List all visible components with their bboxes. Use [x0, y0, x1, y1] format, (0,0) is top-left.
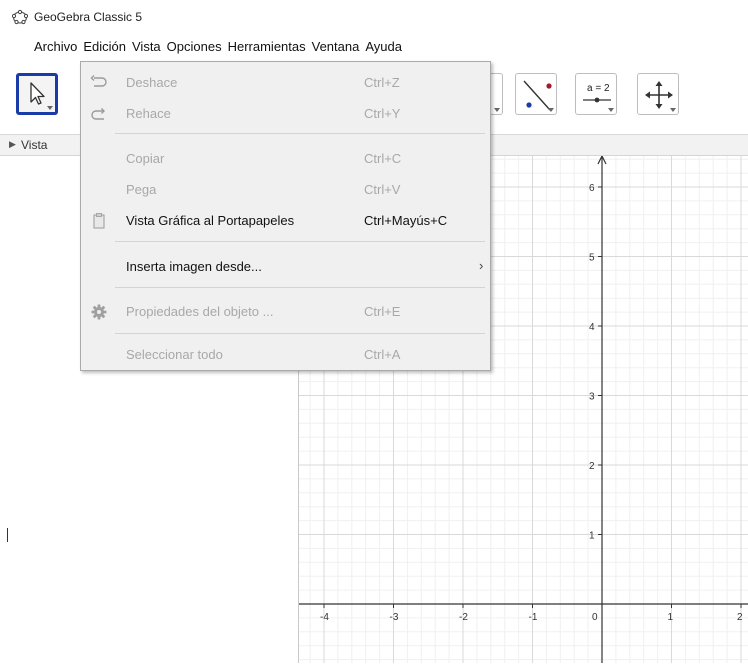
menu-separator: [115, 241, 485, 242]
x-tick-label: 0: [592, 612, 598, 623]
menu-item-undo[interactable]: Deshace Ctrl+Z: [81, 70, 490, 96]
menu-item-label: Rehace: [126, 106, 171, 121]
slider-tool-label: a = 2: [587, 83, 610, 94]
y-tick-label: 6: [589, 183, 595, 194]
menu-item-label: Propiedades del objeto ...: [126, 304, 274, 319]
geogebra-logo-icon: [12, 9, 28, 25]
menu-edicion[interactable]: Edición: [80, 36, 129, 58]
menu-ventana[interactable]: Ventana: [309, 36, 363, 58]
menu-item-label: Copiar: [126, 151, 165, 166]
window-title: GeoGebra Classic 5: [34, 10, 143, 24]
y-tick-label: 2: [589, 461, 595, 472]
perpendicular-tool-button[interactable]: [515, 73, 557, 115]
edit-menu-dropdown: Deshace Ctrl+Z Rehace Ctrl+Y Copiar Ctrl…: [80, 61, 491, 371]
submenu-arrow-icon: ›: [479, 258, 484, 273]
menu-item-insert-image[interactable]: Inserta imagen desde... ›: [81, 254, 490, 280]
menu-item-graphics-to-clipboard[interactable]: Vista Gráfica al Portapapeles Ctrl+Mayús…: [81, 208, 490, 234]
clipboard-icon: [93, 213, 105, 229]
y-tick-label: 4: [589, 322, 595, 333]
menu-item-label: Pega: [126, 182, 157, 197]
text-cursor: [7, 528, 8, 542]
tool-dropdown-triangle: [670, 108, 676, 112]
y-tick-label: 1: [589, 531, 595, 542]
menu-opciones[interactable]: Opciones: [164, 36, 225, 58]
y-tick-label: 3: [589, 392, 595, 403]
menu-item-label: Vista Gráfica al Portapapeles: [126, 213, 295, 228]
tool-dropdown-triangle: [548, 108, 554, 112]
expand-triangle-icon[interactable]: ▶: [9, 139, 16, 150]
menu-item-shortcut: Ctrl+Z: [364, 75, 400, 90]
menu-ayuda[interactable]: Ayuda: [362, 36, 405, 58]
menu-separator: [115, 133, 485, 134]
menu-herramientas[interactable]: Herramientas: [225, 36, 309, 58]
menu-vista[interactable]: Vista: [129, 36, 164, 58]
menu-item-label: Deshace: [126, 75, 178, 90]
x-tick-label: 1: [668, 612, 674, 623]
slider-tool-button[interactable]: a = 2: [575, 73, 617, 115]
move-graphics-view-button[interactable]: [637, 73, 679, 115]
menu-separator: [115, 333, 485, 334]
x-tick-label: -1: [529, 612, 538, 623]
menu-item-shortcut: Ctrl+Mayús+C: [364, 213, 448, 228]
menu-separator: [115, 287, 485, 288]
move-tool-button[interactable]: [16, 73, 58, 115]
x-tick-label: 2: [737, 612, 743, 623]
tool-dropdown-triangle: [47, 106, 53, 110]
menu-item-paste[interactable]: Pega Ctrl+V: [81, 177, 490, 203]
y-tick-label: 5: [589, 253, 595, 264]
menu-item-shortcut: Ctrl+Y: [364, 106, 401, 121]
menu-item-select-all[interactable]: Seleccionar todo Ctrl+A: [81, 342, 490, 368]
gear-icon: [91, 304, 107, 320]
menu-item-copy[interactable]: Copiar Ctrl+C: [81, 146, 490, 172]
x-tick-label: -3: [390, 612, 399, 623]
menu-bar: Archivo Edición Vista Opciones Herramien…: [0, 36, 405, 58]
x-tick-label: -4: [320, 612, 329, 623]
menu-item-label: Inserta imagen desde...: [126, 259, 262, 274]
menu-item-redo[interactable]: Rehace Ctrl+Y: [81, 101, 490, 127]
menu-item-shortcut: Ctrl+V: [364, 182, 401, 197]
undo-icon: [90, 75, 107, 87]
menu-item-shortcut: Ctrl+A: [364, 347, 401, 362]
menu-archivo[interactable]: Archivo: [0, 36, 80, 58]
menu-item-object-properties[interactable]: Propiedades del objeto ... Ctrl+E: [81, 299, 490, 325]
redo-icon: [91, 108, 105, 120]
menu-item-shortcut: Ctrl+E: [364, 304, 401, 319]
menu-item-label: Seleccionar todo: [126, 347, 223, 362]
title-bar: GeoGebra Classic 5: [0, 0, 748, 34]
tool-dropdown-triangle: [494, 108, 500, 112]
x-tick-label: -2: [459, 612, 468, 623]
menu-item-shortcut: Ctrl+C: [364, 151, 402, 166]
vista-label: Vista: [21, 138, 48, 152]
tool-dropdown-triangle: [608, 108, 614, 112]
